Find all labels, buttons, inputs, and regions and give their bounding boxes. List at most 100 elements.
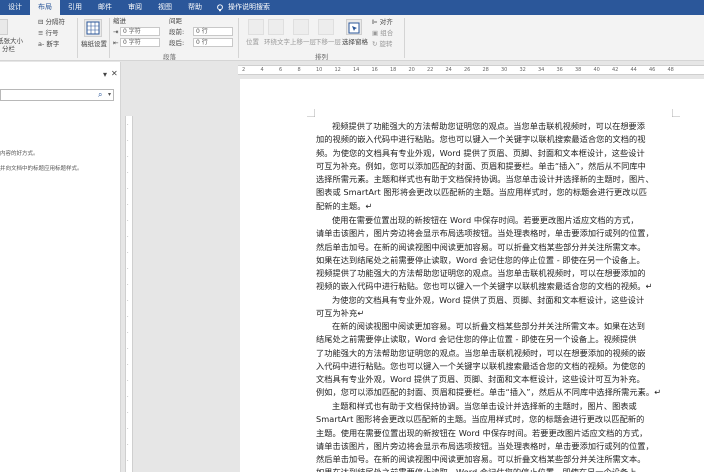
horizontal-ruler[interactable]: 2 4 6 8 10 12 14 16 18 20 22 24 26 28 30 32 34 36 38 40 42 44… [238, 65, 704, 75]
vertical-ruler-area: · · · · · · · · · · · · · · · · · · · · · · [121, 62, 140, 472]
text-line: 请单击该图片，图片旁边将会显示布局选项按钮。当处理表格时，单击要添加行或列的位置… [316, 228, 654, 239]
ruler-tick: · [127, 362, 129, 368]
tab-mailings[interactable]: 邮件 [90, 0, 120, 15]
nav-dropdown-icon[interactable]: ▾ [103, 70, 107, 79]
group-button[interactable]: ▣ 组合 [372, 29, 393, 37]
text-line: 选择所需元素。主题和样式也有助于文档保持协调。当您单击设计并选择新的主题时，图片… [316, 174, 654, 185]
hyphenation-button[interactable]: a- 断字 [38, 40, 59, 48]
ruler-tick: · [127, 330, 129, 336]
text-line: 如果在达到结尾处之前需要停止读取，Word 会记住您的停止位置 - 即使在另一个… [316, 254, 645, 265]
paragraph[interactable]: 主题和样式也有助于文档保持协调。当您单击设计并选择新的主题时，图片、图表或 Sma… [316, 400, 674, 472]
ruler-tick: · [127, 314, 129, 320]
line-numbers-button[interactable]: ≡ 行号 [38, 29, 59, 37]
text-line: SmartArt 图形将会更改以匹配新的主题。当应用样式时，您的标题会进行更改以… [316, 414, 645, 425]
ruler-tick: · [127, 410, 129, 416]
paragraph[interactable]: 为使您的文档具有专业外观，Word 提供了页眉、页脚、封面和文本框设计，这些设计… [316, 294, 674, 321]
ruler-label: 42 [612, 67, 619, 73]
ruler-label: 48 [667, 67, 674, 73]
ruler-label: 36 [556, 67, 563, 73]
text-line: 如果在达到结尾处之前需要停止读取，Word 会记住您的停止位置 - 即使在另一个… [316, 466, 674, 472]
nav-hint-line-2: 并向文档中的标题应用标题样式。 [0, 166, 83, 172]
selection-pane-label: 选择窗格 [342, 38, 368, 46]
spacing-heading: 间距 [169, 17, 182, 25]
text-line: 主题和样式也有助于文档保持协调。当您单击设计并选择新的主题时，图片、图表或 [332, 401, 637, 411]
crop-mark-right [672, 109, 680, 117]
ruler-label: 28 [482, 67, 489, 73]
wrap-text-button[interactable] [268, 19, 284, 35]
divider [238, 18, 239, 58]
text-line: 请单击该图片，图片旁边将会显示布局选项按钮。当处理表格时，单击要添加行或列的位置… [316, 440, 654, 451]
paragraph[interactable]: 在新的阅读视图中阅读更加容易。可以折叠文档某些部分并关注所需文本。如果在达到 结尾… [316, 320, 674, 400]
tell-me-box[interactable]: 操作说明搜索 [210, 0, 278, 15]
search-icon[interactable]: ⌕ [98, 90, 102, 100]
ruler-tick: · [127, 170, 129, 176]
size-button[interactable]: 纸张大小 [0, 37, 23, 45]
ruler-label: 32 [519, 67, 526, 73]
ruler-tick: · [127, 186, 129, 192]
bring-forward-label: 上移一层 [290, 38, 316, 46]
position-button[interactable] [248, 19, 264, 35]
spacing-before-field[interactable]: 0 行 [193, 27, 233, 36]
divider [404, 18, 405, 58]
indent-right-icon: ⇤ [113, 39, 119, 47]
ruler-label: 34 [538, 67, 545, 73]
selection-pane-button[interactable] [346, 19, 362, 35]
draft-paper-button[interactable] [84, 19, 102, 37]
wrap-text-label: 环绕文字 [264, 38, 290, 46]
ruler-label: 38 [575, 67, 582, 73]
align-button[interactable]: ⊫ 对齐 [372, 18, 393, 26]
tab-design[interactable]: 设计 [0, 0, 30, 15]
ruler-tick: · [127, 218, 129, 224]
ruler-tick: · [127, 266, 129, 272]
ruler-tick: · [127, 138, 129, 144]
nav-hint-line-1: 内容的好方式。 [0, 151, 39, 157]
indent-left-icon: ⇥ [113, 28, 119, 36]
ribbon-tab-bar: 设计 布局 引用 邮件 审阅 视图 帮助 操作说明搜索 [0, 0, 704, 15]
ruler-tick: · [127, 234, 129, 240]
ruler-label: 10 [316, 67, 323, 73]
text-line: 文档具有专业外观，Word 提供了页眉、页脚、封面和文本框设计，这些设计可互为补… [316, 374, 645, 385]
text-line: 在新的阅读视图中阅读更加容易。可以折叠文档某些部分并关注所需文本。如果在达到 [332, 321, 646, 331]
word-window: 设计 布局 引用 邮件 审阅 视图 帮助 操作说明搜索 纸张大小 分栏 ⊟ 分隔… [0, 0, 704, 472]
send-backward-label: 下移一层 [315, 38, 341, 46]
tab-references[interactable]: 引用 [60, 0, 90, 15]
spacing-after-field[interactable]: 0 行 [193, 38, 233, 47]
ruler-label: 18 [390, 67, 397, 73]
paragraph[interactable]: 使用在需要位置出现的新按钮在 Word 中保存时间。若要更改图片适应文档的方式，… [316, 214, 674, 294]
ruler-tick: · [127, 458, 129, 464]
ruler-tick: · [127, 250, 129, 256]
send-backward-button[interactable] [318, 19, 334, 35]
vertical-ruler[interactable]: · · · · · · · · · · · · · · · · · · · · · · [125, 116, 133, 472]
indent-left-field[interactable]: 0 字符 [120, 27, 160, 36]
close-icon[interactable]: ✕ [111, 69, 118, 78]
text-line: 视频提供了功能强大的方法帮助您证明您的观点。当您单击联机视频时，可以在想要添加的 [316, 268, 646, 279]
indent-heading: 缩进 [113, 17, 126, 25]
text-line: 配新的主题。↵ [316, 200, 373, 211]
nav-search-input[interactable]: ⌕ ▾ [0, 89, 114, 101]
tab-help[interactable]: 帮助 [180, 0, 210, 15]
ruler-tick: · [127, 346, 129, 352]
document-page[interactable]: 视频提供了功能强大的方法帮助您证明您的观点。当您单击联机视频时，可以在想要添 加的… [240, 79, 704, 472]
breaks-button[interactable]: ⊟ 分隔符 [38, 18, 65, 26]
ruler-label: 6 [279, 67, 283, 73]
ruler-tick: · [127, 298, 129, 304]
tab-layout[interactable]: 布局 [30, 0, 60, 15]
text-line: 了功能强大的方法帮助您证明您的观点。当您单击联机视频时，可以在想要添加的视频的嵌 [316, 347, 646, 358]
margins-button[interactable] [0, 19, 8, 35]
indent-right-field[interactable]: 0 字符 [120, 38, 160, 47]
divider [109, 18, 110, 58]
tab-review[interactable]: 审阅 [120, 0, 150, 15]
ruler-label: 16 [371, 67, 378, 73]
text-line: 例如，您可以添加匹配的封面、页眉和提要栏。单击“插入”，然后从不同库中选择所需元… [316, 387, 661, 398]
tab-view[interactable]: 视图 [150, 0, 180, 15]
selection-pane-icon [348, 22, 360, 34]
ruler-label: 20 [408, 67, 415, 73]
bring-forward-button[interactable] [293, 19, 309, 35]
rotate-button[interactable]: ↻ 旋转 [372, 40, 393, 48]
search-dropdown-icon[interactable]: ▾ [108, 91, 111, 98]
ribbon-layout: 纸张大小 分栏 ⊟ 分隔符 ≡ 行号 a- 断字 稿纸设置 缩进 ⇥ 0 字符 … [0, 15, 704, 61]
paragraph[interactable]: 视频提供了功能强大的方法帮助您证明您的观点。当您单击联机视频时，可以在想要添 加的… [316, 120, 674, 213]
ruler-label: 8 [297, 67, 301, 73]
ruler-tick: · [127, 442, 129, 448]
paragraph-group-label: 段落 [163, 53, 176, 61]
